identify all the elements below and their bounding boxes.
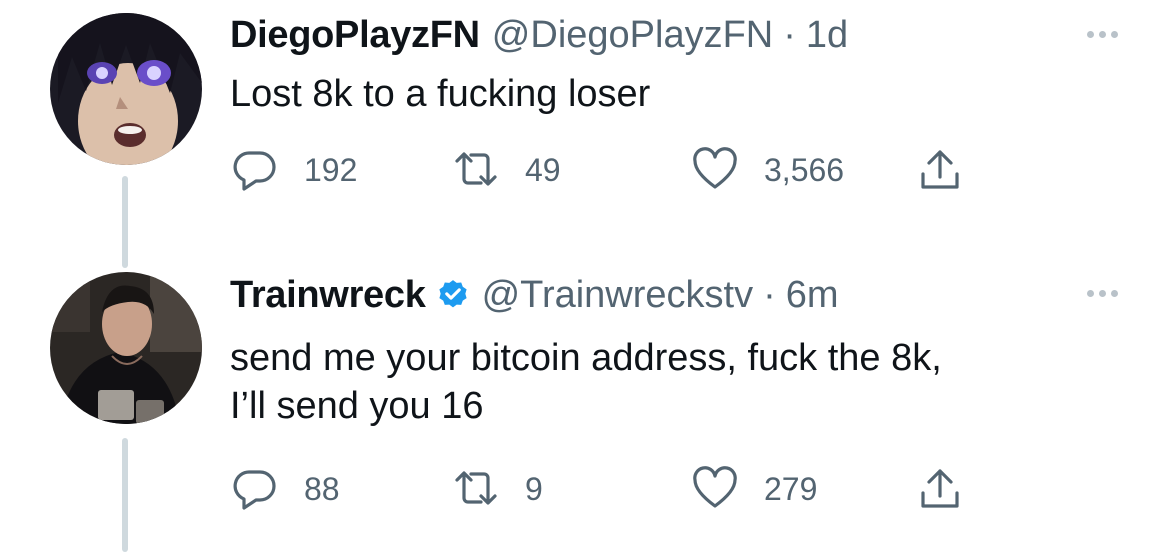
heart-icon [693, 147, 737, 189]
share-button[interactable] [917, 466, 963, 512]
reply-button[interactable]: 192 [232, 147, 357, 193]
reply-icon [233, 470, 276, 510]
share-icon [921, 150, 959, 189]
tweet-text-line: Lost 8k to a fucking loser [230, 73, 651, 115]
more-icon[interactable] [1087, 31, 1118, 38]
display-name[interactable]: DiegoPlayzFN [230, 13, 480, 57]
tweet-text: send me your bitcoin address, fuck the 8… [230, 334, 942, 430]
retweet-icon [455, 152, 497, 186]
avatar[interactable] [50, 272, 202, 424]
verified-badge-icon [438, 280, 467, 308]
tweet-header: Trainwreck @Trainwreckstv · 6m [230, 273, 839, 317]
like-button[interactable]: 3,566 [692, 147, 844, 193]
like-button[interactable]: 279 [692, 466, 817, 512]
tweet-text: Lost 8k to a fucking loser [230, 70, 650, 118]
user-handle[interactable]: @Trainwreckstv [482, 273, 754, 317]
avatar-image [50, 13, 202, 165]
retweet-button[interactable]: 9 [453, 466, 543, 512]
reply-count: 192 [304, 151, 358, 188]
avatar-image [50, 272, 202, 424]
thread-line [122, 438, 128, 552]
heart-icon [693, 466, 737, 508]
tweet-text-line: I’ll send you 16 [230, 385, 484, 427]
retweet-button[interactable]: 49 [453, 147, 561, 193]
tweet-text-line: send me your bitcoin address, fuck the 8… [230, 337, 942, 379]
reply-button[interactable]: 88 [232, 466, 340, 512]
retweet-count: 9 [525, 470, 543, 507]
like-count: 279 [764, 470, 818, 507]
avatar[interactable] [50, 13, 202, 165]
share-button[interactable] [917, 147, 963, 193]
user-handle[interactable]: @DiegoPlayzFN [492, 13, 773, 57]
reply-icon [233, 151, 276, 191]
share-icon [921, 469, 959, 508]
separator-dot: · [763, 274, 776, 316]
retweet-count: 49 [525, 151, 561, 188]
like-count: 3,566 [764, 151, 845, 188]
thread-line [122, 176, 128, 268]
timestamp[interactable]: 1d [806, 13, 848, 57]
display-name[interactable]: Trainwreck [230, 273, 426, 317]
separator-dot: · [783, 14, 796, 56]
retweet-icon [455, 471, 497, 505]
tweet-header: DiegoPlayzFN @DiegoPlayzFN · 1d [230, 13, 848, 57]
timestamp[interactable]: 6m [786, 273, 839, 317]
reply-count: 88 [304, 470, 340, 507]
more-icon[interactable] [1087, 290, 1118, 297]
